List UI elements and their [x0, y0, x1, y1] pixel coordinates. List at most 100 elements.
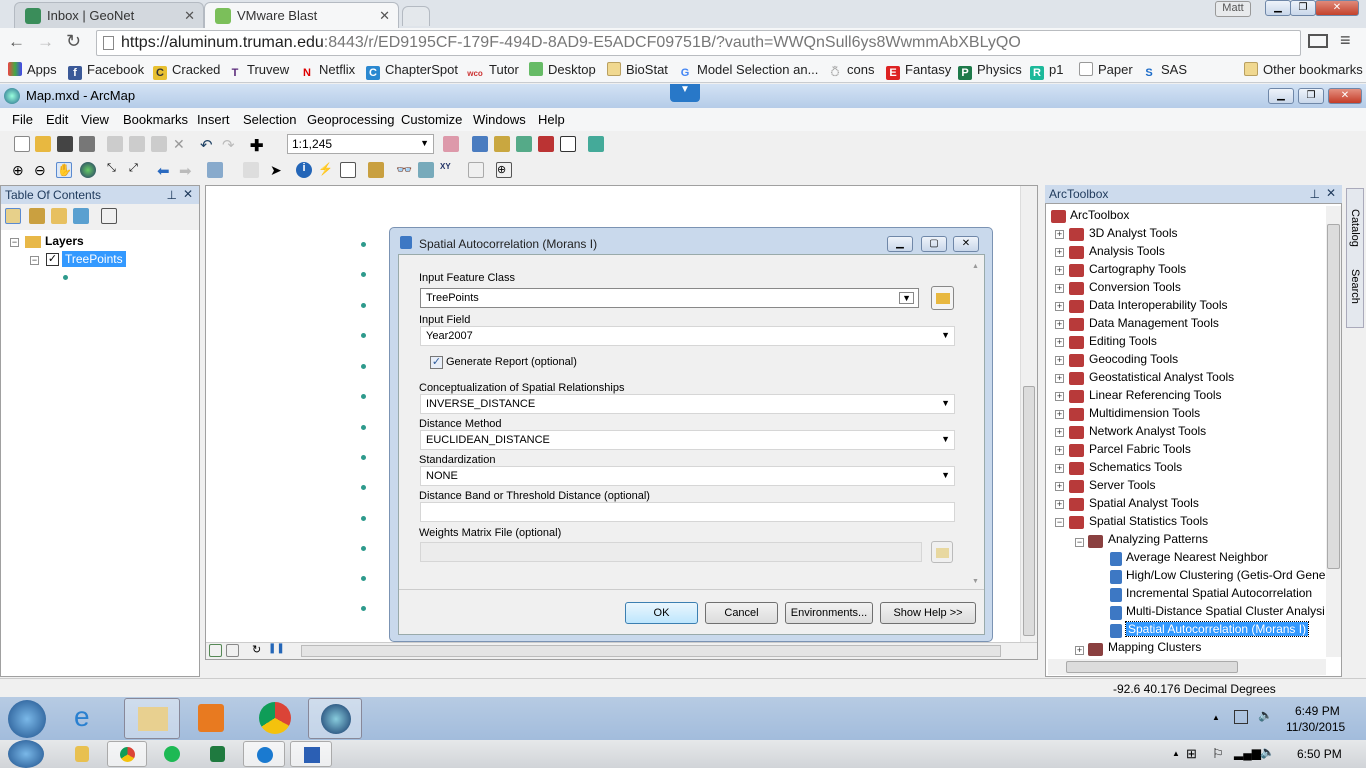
dialog-maximize-button[interactable]: ▢ — [921, 236, 947, 252]
word-taskbar-button[interactable] — [290, 741, 332, 767]
distance-band-input[interactable] — [420, 502, 955, 522]
bookmark-facebook[interactable]: f Facebook — [68, 62, 144, 80]
modelbuilder-icon[interactable] — [588, 136, 604, 152]
pin-icon[interactable]: ⊥ — [167, 188, 177, 202]
back-extent-icon[interactable]: ⬅ — [157, 162, 173, 180]
bookmark-p1[interactable]: Rp1 — [1030, 62, 1063, 80]
tab-inbox-geonet[interactable]: Inbox | GeoNet ✕ — [14, 2, 204, 28]
scrollbar-thumb[interactable] — [1066, 661, 1238, 673]
bookmark-paper[interactable]: Paper — [1079, 62, 1133, 77]
reload-icon[interactable]: ↻ — [66, 31, 81, 52]
show-hidden-icons[interactable]: ▲ — [1212, 713, 1220, 722]
excel-icon[interactable] — [210, 746, 225, 762]
new-icon[interactable] — [14, 136, 30, 152]
pause-drawing-icon[interactable]: ❚❚ — [268, 643, 285, 659]
close-tab-icon[interactable]: ✕ — [379, 8, 390, 24]
generate-report-checkbox[interactable]: ✓ — [430, 356, 443, 369]
menu-geoprocessing[interactable]: Geoprocessing — [307, 112, 394, 127]
explorer-icon[interactable] — [75, 746, 89, 762]
find-route-icon[interactable] — [418, 162, 434, 178]
forward-extent-icon[interactable]: ➡ — [179, 162, 195, 180]
list-by-drawing-order-icon[interactable] — [5, 208, 21, 224]
paste-icon[interactable] — [151, 136, 167, 152]
editor-icon[interactable] — [443, 136, 459, 152]
print-icon[interactable] — [79, 136, 95, 152]
menu-windows[interactable]: Windows — [473, 112, 526, 127]
options-icon[interactable] — [101, 208, 117, 224]
toolbox-item[interactable]: Cartography Tools — [1089, 262, 1186, 276]
pin-icon[interactable]: ⊥ — [1310, 187, 1320, 201]
list-by-source-icon[interactable] — [29, 208, 45, 224]
forward-icon[interactable]: → — [37, 32, 54, 52]
user-profile-button[interactable]: Matt — [1215, 1, 1251, 17]
bookmark-model-selection[interactable]: G Model Selection an... — [678, 62, 819, 80]
show-help-button[interactable]: Show Help >> — [880, 602, 976, 624]
toolbox-item[interactable]: 3D Analyst Tools — [1089, 226, 1178, 240]
toolset-mapping-clusters[interactable]: Mapping Clusters — [1108, 640, 1201, 654]
toolbox-horizontal-scrollbar[interactable] — [1048, 659, 1326, 675]
expand-icon[interactable]: + — [1055, 428, 1064, 437]
layout-view-icon[interactable] — [226, 644, 239, 657]
expand-icon[interactable]: + — [1055, 410, 1064, 419]
environments-button[interactable]: Environments... — [785, 602, 873, 624]
open-icon[interactable] — [35, 136, 51, 152]
arcmap-taskbar-button[interactable] — [308, 698, 362, 739]
toolset-analyzing-patterns[interactable]: Analyzing Patterns — [1108, 532, 1208, 546]
tab-vmware-blast[interactable]: VMware Blast ✕ — [204, 2, 399, 28]
arctoolbox-icon[interactable] — [538, 136, 554, 152]
chrome-taskbar-button[interactable] — [107, 741, 147, 767]
measure-icon[interactable] — [368, 162, 384, 178]
scrollbar-thumb[interactable] — [1023, 386, 1035, 636]
toolbox-item[interactable]: Editing Tools — [1089, 334, 1157, 348]
expand-icon[interactable]: + — [1055, 302, 1064, 311]
tool-item[interactable]: High/Low Clustering (Getis-Ord Gene — [1126, 568, 1325, 582]
clock-date[interactable]: 11/30/2015 — [1286, 720, 1345, 734]
expand-icon[interactable]: + — [1075, 646, 1084, 655]
dialog-scrollbar[interactable]: ▲ ▼ — [968, 255, 984, 589]
ie-icon[interactable]: e — [74, 703, 104, 733]
map-scale-combobox[interactable]: 1:1,245 ▼ — [287, 134, 434, 154]
undo-icon[interactable]: ↶ — [200, 136, 216, 154]
volume-icon[interactable]: 🔈 — [1258, 708, 1273, 722]
tool-item[interactable]: Spatial Autocorrelation (Morans I) — [1124, 621, 1310, 637]
restore-button[interactable]: ❐ — [1290, 0, 1316, 16]
clear-selection-icon[interactable] — [243, 162, 259, 178]
go-to-xy-icon[interactable]: XY — [440, 162, 456, 178]
arcmap-close-button[interactable]: ✕ — [1328, 88, 1362, 104]
find-icon[interactable]: 👓 — [396, 162, 412, 178]
collapse-icon[interactable]: − — [1055, 518, 1064, 527]
close-tab-icon[interactable]: ✕ — [184, 8, 195, 24]
toolbox-item[interactable]: Geocoding Tools — [1089, 352, 1178, 366]
menu-insert[interactable]: Insert — [197, 112, 230, 127]
action-center-flag-icon[interactable]: ⚐ — [1212, 746, 1224, 762]
expand-icon[interactable]: + — [1055, 266, 1064, 275]
bookmark-tutor[interactable]: wco Tutor — [466, 62, 519, 81]
catalog-window-icon[interactable] — [494, 136, 510, 152]
full-extent-icon[interactable] — [80, 162, 96, 178]
expand-icon[interactable]: + — [1055, 320, 1064, 329]
toc-window-icon[interactable] — [472, 136, 488, 152]
hyperlink-icon[interactable]: ⚡ — [318, 162, 334, 178]
delete-icon[interactable]: ✕ — [173, 136, 189, 152]
toolbox-root[interactable]: ArcToolbox — [1070, 208, 1129, 222]
menu-file[interactable]: File — [12, 112, 33, 127]
clock-time[interactable]: 6:50 PM — [1297, 747, 1342, 761]
cancel-button[interactable]: Cancel — [705, 602, 778, 624]
bookmark-cons[interactable]: ঁ cons — [828, 62, 875, 80]
show-hidden-icons[interactable]: ▲ — [1172, 749, 1180, 758]
weights-matrix-input[interactable] — [420, 542, 922, 562]
tool-item[interactable]: Average Nearest Neighbor — [1126, 550, 1268, 564]
expand-icon[interactable]: + — [1055, 500, 1064, 509]
expand-icon[interactable]: + — [1055, 284, 1064, 293]
select-elements-icon[interactable]: ➤ — [270, 162, 286, 178]
expand-icon[interactable]: + — [1055, 392, 1064, 401]
browse-weights-button[interactable] — [931, 541, 953, 563]
bookmark-sas[interactable]: S SAS — [1142, 62, 1187, 80]
ok-button[interactable]: OK — [625, 602, 698, 624]
signal-icon[interactable]: ▂▄▆ — [1234, 746, 1261, 760]
bookmark-physics[interactable]: P Physics — [958, 62, 1022, 80]
start-button[interactable] — [8, 740, 44, 768]
toolbox-item[interactable]: Schematics Tools — [1089, 460, 1182, 474]
redo-icon[interactable]: ↷ — [222, 136, 238, 154]
browse-folder-button[interactable] — [931, 286, 954, 310]
